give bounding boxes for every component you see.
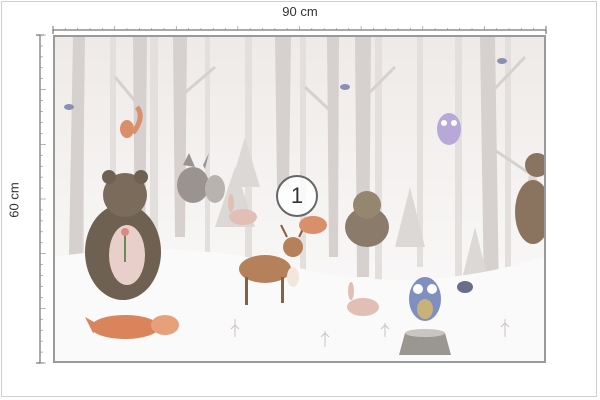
stump-icon [399,329,451,355]
owl-icon [437,113,461,145]
owl-icon [409,277,441,321]
top-ruler-ticks [52,26,547,30]
panel-number-badge: 1 [276,175,318,217]
panel-number: 1 [290,183,304,208]
left-ruler-ticks [40,34,46,364]
fox-icon [299,216,327,234]
hedgehog-icon [457,281,473,293]
